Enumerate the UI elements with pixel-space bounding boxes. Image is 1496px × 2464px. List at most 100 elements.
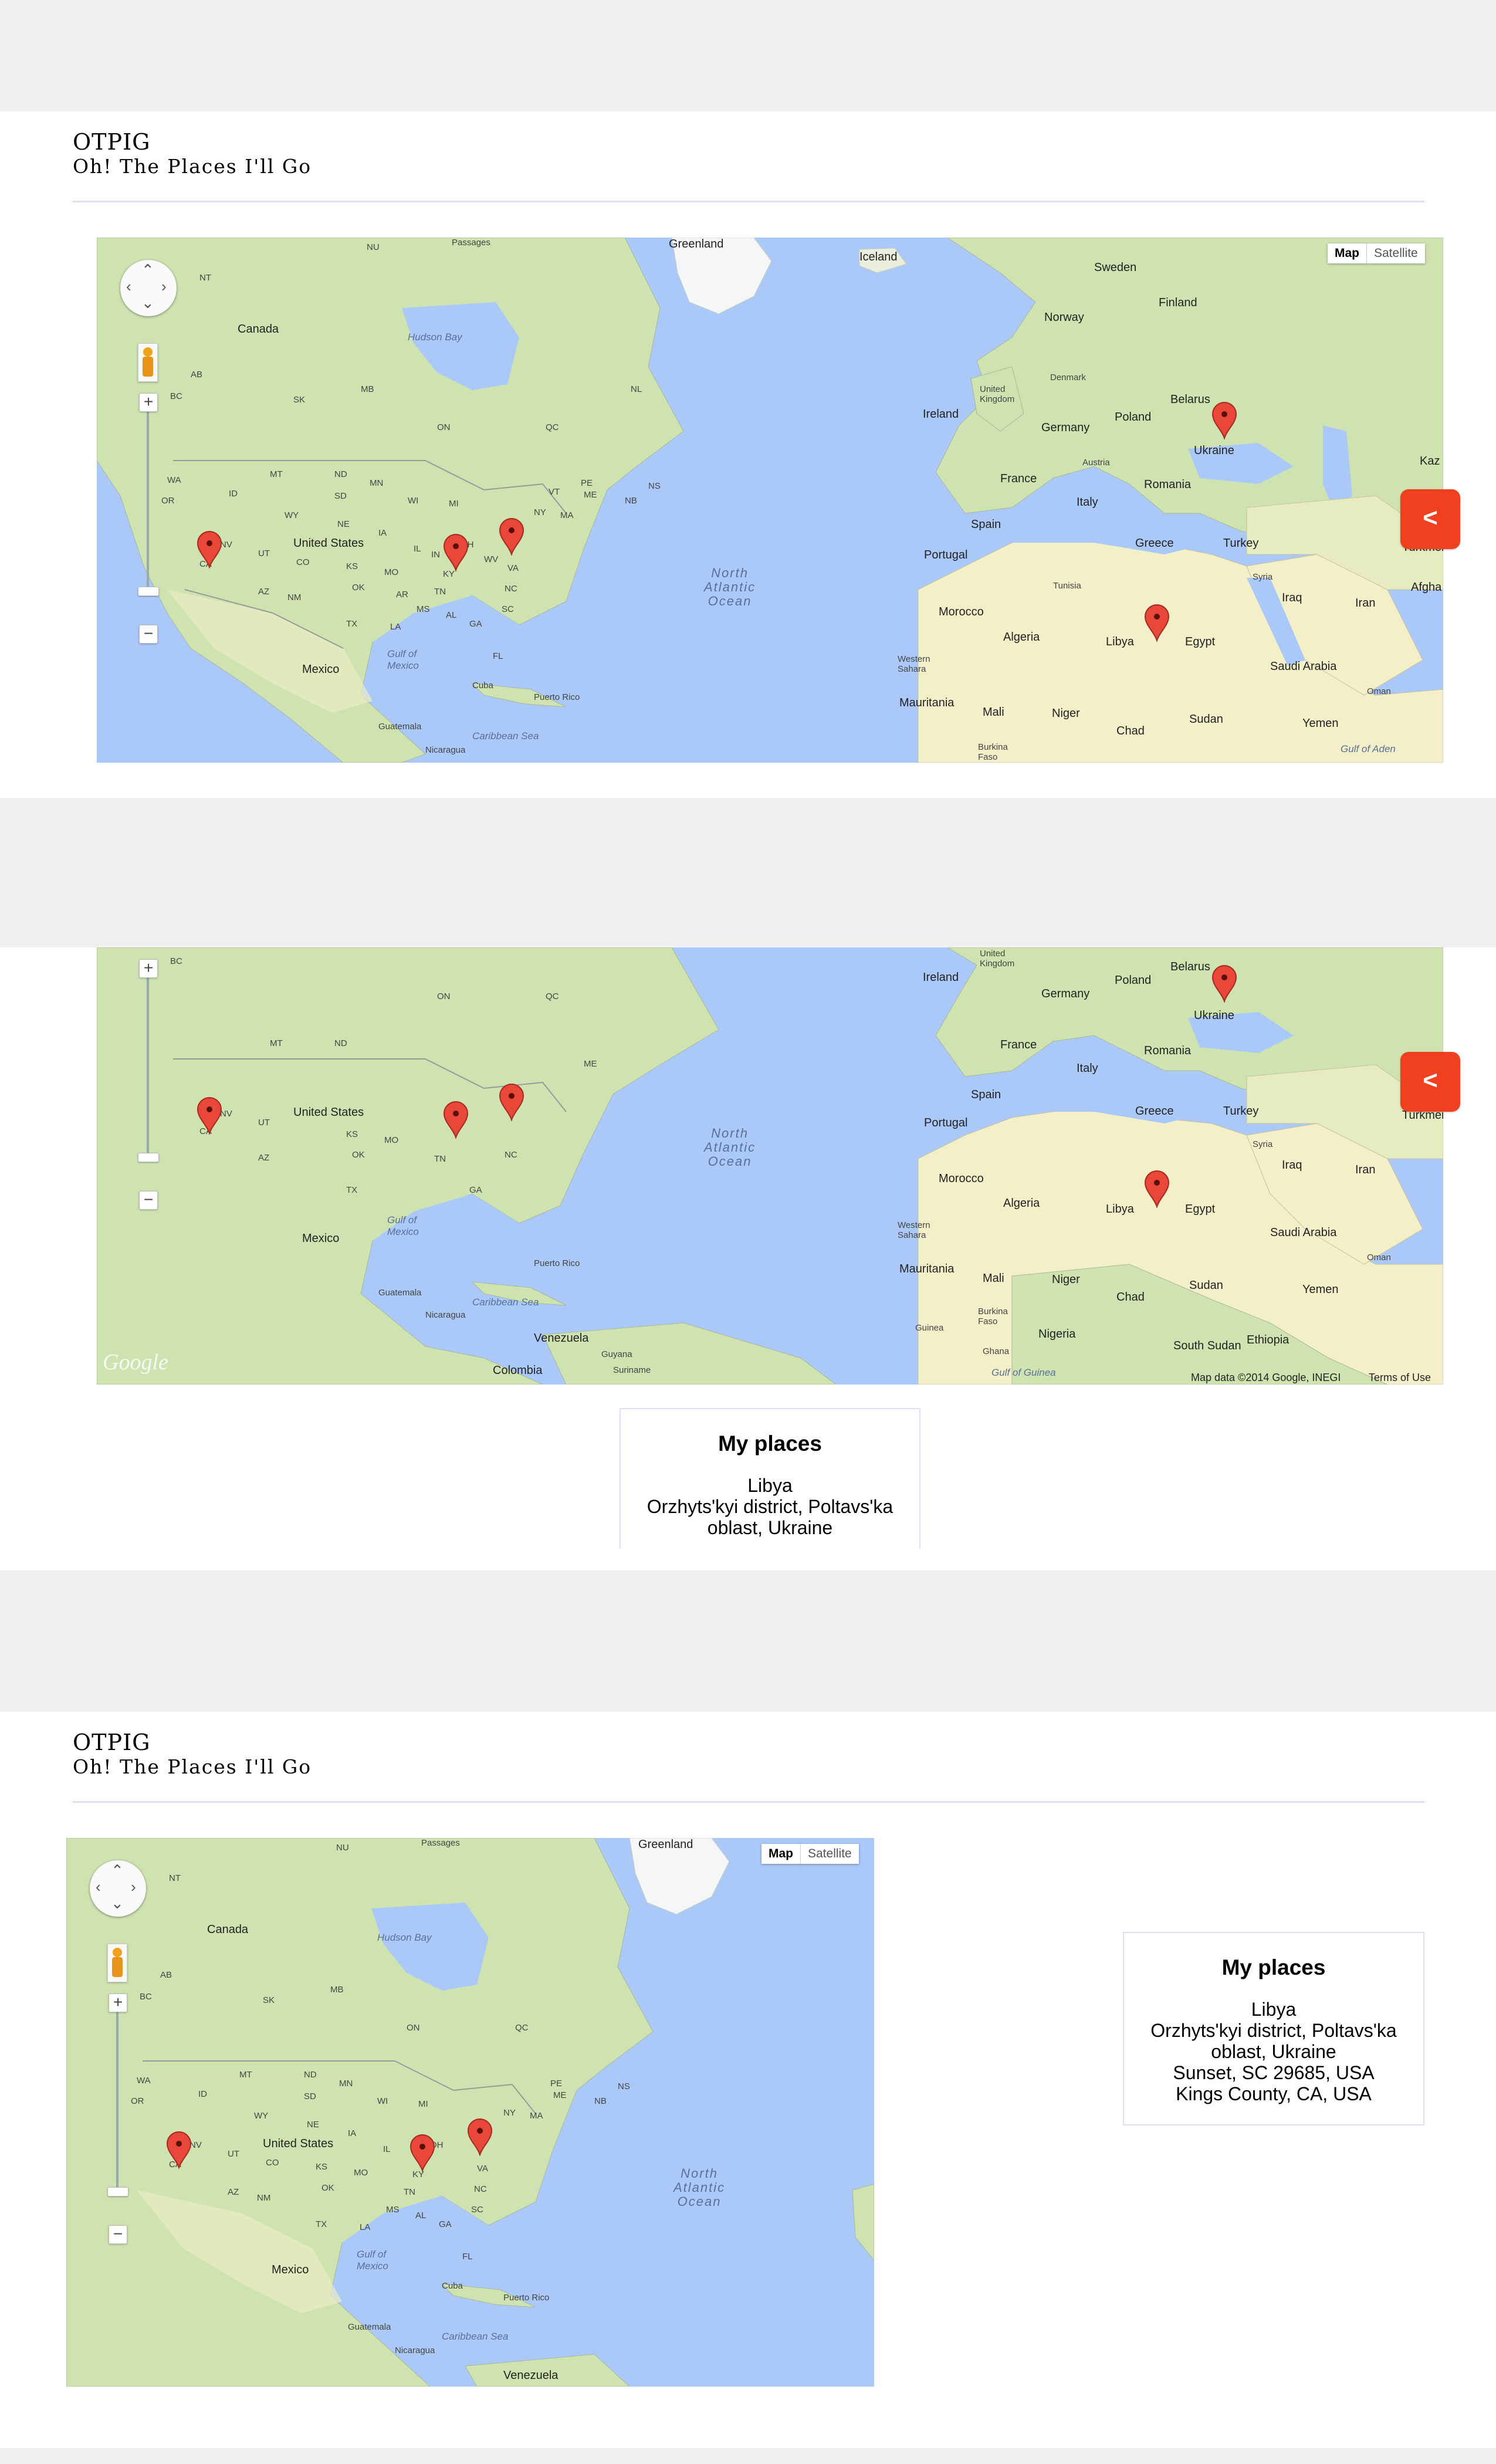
- label-italy: Italy: [1077, 496, 1098, 509]
- street-view-pegman-icon[interactable]: [138, 343, 158, 382]
- marker-east-coast[interactable]: [499, 518, 524, 556]
- label-poland: Poland: [1115, 411, 1152, 424]
- label-la: LA: [360, 2222, 371, 2232]
- label-guatemala: Guatemala: [378, 1288, 422, 1298]
- label-nicaragua: Nicaragua: [425, 745, 466, 755]
- label-mexico: Mexico: [302, 1232, 340, 1245]
- label-nu: NU: [336, 1843, 349, 1853]
- zoom-in-button[interactable]: +: [109, 1993, 127, 2012]
- label-united-kingdom: United Kingdom: [980, 949, 1015, 969]
- label-portugal: Portugal: [924, 549, 968, 561]
- marker-ukraine[interactable]: [1211, 965, 1237, 1003]
- label-belarus: Belarus: [1170, 393, 1210, 406]
- marker-ukraine[interactable]: [1211, 402, 1237, 439]
- map-type-map-button[interactable]: Map: [761, 1844, 801, 1864]
- label-ks: KS: [316, 2162, 328, 2172]
- zoom-rail[interactable]: [147, 402, 149, 595]
- zoom-rail[interactable]: [147, 965, 149, 1162]
- zoom-in-button[interactable]: +: [139, 393, 158, 412]
- label-tx: TX: [346, 1185, 358, 1195]
- label-mn: MN: [370, 478, 384, 488]
- label-tx: TX: [316, 2219, 327, 2229]
- street-view-pegman-icon[interactable]: [107, 1944, 127, 1982]
- zoom-in-button[interactable]: +: [139, 959, 158, 978]
- label-venezuela: Venezuela: [503, 2369, 559, 2382]
- marker-east-coast[interactable]: [467, 2118, 493, 2156]
- zoom-out-button[interactable]: −: [139, 625, 158, 644]
- zoom-slider-thumb[interactable]: [107, 2187, 128, 2196]
- label-caribbean-sea: Caribbean Sea: [442, 2331, 509, 2342]
- places-toggle-button[interactable]: <: [1400, 1052, 1460, 1112]
- map-type-map-button[interactable]: Map: [1328, 243, 1367, 263]
- label-nl: NL: [631, 384, 642, 394]
- marker-sunset-sc[interactable]: [443, 534, 469, 571]
- label-ireland: Ireland: [923, 408, 959, 421]
- label-ns: NS: [648, 481, 661, 491]
- map-type-satellite-button[interactable]: Satellite: [1367, 243, 1425, 263]
- place-item[interactable]: Libya: [1124, 1999, 1423, 2020]
- label-greece: Greece: [1135, 1105, 1174, 1118]
- label-ny: NY: [534, 507, 546, 517]
- label-pe: PE: [550, 2079, 563, 2089]
- label-puerto-rico: Puerto Rico: [534, 692, 580, 702]
- marker-libya[interactable]: [1144, 604, 1170, 642]
- label-algeria: Algeria: [1003, 631, 1040, 644]
- marker-east-coast[interactable]: [499, 1084, 524, 1121]
- marker-kings-county-ca[interactable]: [166, 2131, 192, 2169]
- zoom-slider-thumb[interactable]: [138, 1153, 159, 1162]
- map-land-layer: [66, 1838, 874, 2387]
- label-france: France: [1000, 1038, 1037, 1051]
- label-sd: SD: [334, 491, 347, 501]
- label-mb: MB: [330, 1985, 344, 1995]
- label-qc: QC: [546, 991, 559, 1001]
- label-ms: MS: [386, 2205, 400, 2215]
- marker-sunset-sc[interactable]: [409, 2134, 435, 2172]
- arrow-up-icon[interactable]: ⌃: [111, 1861, 124, 1880]
- arrow-left-icon[interactable]: ‹: [126, 277, 131, 296]
- place-item[interactable]: Orzhyts'kyi district, Poltavs'ka oblast,…: [621, 1496, 919, 1538]
- map-view[interactable]: Greenland Canada Hudson Bay Passages Uni…: [66, 1838, 874, 2387]
- place-item[interactable]: Kings County, CA, USA: [1124, 2083, 1423, 2104]
- marker-sunset-sc[interactable]: [443, 1101, 469, 1139]
- arrow-right-icon[interactable]: ›: [161, 277, 167, 296]
- terms-of-use-link[interactable]: Terms of Use: [1369, 1372, 1431, 1384]
- zoom-out-button[interactable]: −: [109, 2225, 127, 2244]
- label-united-states: United States: [263, 2137, 334, 2150]
- map-view[interactable]: United States Mexico Gulf of Mexico Puer…: [97, 947, 1443, 1385]
- pan-control[interactable]: ⌃ ⌄ ‹ ›: [90, 1860, 146, 1917]
- arrow-down-icon[interactable]: ⌄: [141, 294, 154, 312]
- map-view[interactable]: Greenland Iceland Sweden Finland Norway …: [97, 238, 1443, 763]
- label-north-atlantic-ocean: North Atlantic Ocean: [704, 566, 756, 608]
- map-land-layer: [97, 238, 1443, 763]
- pan-control[interactable]: ⌃ ⌄ ‹ ›: [120, 260, 177, 316]
- arrow-right-icon[interactable]: ›: [131, 1878, 136, 1896]
- zoom-rail[interactable]: [116, 2002, 119, 2196]
- place-item[interactable]: Orzhyts'kyi district, Poltavs'ka oblast,…: [1124, 2020, 1423, 2062]
- label-ethiopia: Ethiopia: [1247, 1333, 1289, 1346]
- label-ut: UT: [258, 1118, 270, 1128]
- marker-kings-county-ca[interactable]: [197, 1097, 222, 1135]
- label-ks: KS: [346, 561, 358, 571]
- label-or: OR: [131, 2096, 144, 2106]
- place-item[interactable]: Sunset, SC 29685, USA: [1124, 2062, 1423, 2083]
- label-turkey: Turkey: [1223, 1105, 1259, 1118]
- label-ar: AR: [396, 590, 408, 600]
- label-guyana: Guyana: [601, 1349, 632, 1359]
- marker-kings-county-ca[interactable]: [197, 531, 222, 568]
- label-south-sudan: South Sudan: [1173, 1339, 1241, 1352]
- marker-libya[interactable]: [1144, 1170, 1170, 1208]
- label-morocco: Morocco: [939, 1172, 984, 1185]
- place-item[interactable]: Libya: [621, 1475, 919, 1496]
- label-wv: WV: [484, 554, 499, 564]
- zoom-out-button[interactable]: −: [139, 1191, 158, 1210]
- label-nc: NC: [505, 1150, 517, 1160]
- label-mali: Mali: [983, 1272, 1004, 1285]
- map-type-satellite-button[interactable]: Satellite: [801, 1844, 859, 1864]
- arrow-down-icon[interactable]: ⌄: [111, 1894, 124, 1913]
- arrow-left-icon[interactable]: ‹: [96, 1878, 101, 1896]
- arrow-up-icon[interactable]: ⌃: [141, 261, 154, 279]
- places-toggle-button[interactable]: <: [1400, 489, 1460, 549]
- label-libya: Libya: [1106, 1203, 1134, 1216]
- label-nc: NC: [474, 2184, 487, 2194]
- zoom-slider-thumb[interactable]: [138, 587, 159, 596]
